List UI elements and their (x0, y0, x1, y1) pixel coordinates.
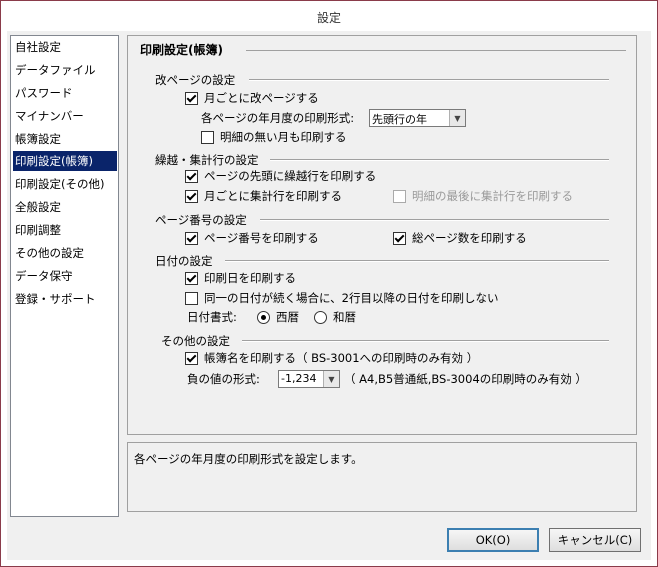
sidebar-item-data-file[interactable]: データファイル (13, 60, 117, 80)
date-group-label: 日付の設定 (155, 254, 213, 268)
date-divider (225, 260, 609, 262)
radio-icon (314, 310, 327, 324)
print-date-label: 印刷日を印刷する (204, 271, 296, 285)
print-empty-months-label: 明細の無い月も印刷する (220, 130, 347, 144)
sidebar-item-general[interactable]: 全般設定 (13, 197, 117, 217)
sidebar-item-ledger[interactable]: 帳簿設定 (13, 129, 117, 149)
sidebar-item-registration[interactable]: 登録・サポート (13, 289, 117, 309)
page-break-divider (249, 79, 609, 81)
sidebar-item-my-number[interactable]: マイナンバー (13, 106, 117, 126)
radio-selected-icon (257, 310, 270, 324)
check-icon (185, 271, 198, 285)
chevron-down-icon[interactable]: ▼ (449, 110, 465, 126)
year-month-format-value: 先頭行の年 (372, 113, 427, 126)
checkbox-icon (185, 291, 198, 305)
settings-category-list[interactable]: 自社設定 データファイル パスワード マイナンバー 帳簿設定 印刷設定(帳簿) … (10, 35, 119, 517)
sidebar-item-data-maintenance[interactable]: データ保守 (13, 266, 117, 286)
settings-window: 設定 自社設定 データファイル パスワード マイナンバー 帳簿設定 印刷設定(帳… (0, 0, 658, 567)
print-total-last-label: 明細の最後に集計行を印刷する (412, 189, 573, 203)
checkbox-icon (201, 130, 214, 144)
print-total-last-checkbox[interactable]: 明細の最後に集計行を印刷する (393, 188, 573, 204)
window-title: 設定 (316, 11, 341, 25)
print-total-pages-label: 総ページ数を印刷する (412, 231, 527, 245)
page-number-divider (260, 219, 609, 221)
carry-group-label: 繰越・集計行の設定 (155, 153, 259, 167)
skip-same-date-checkbox[interactable]: 同一の日付が続く場合に、2行目以降の日付を印刷しない (185, 290, 498, 306)
print-monthly-total-label: 月ごとに集計行を印刷する (204, 189, 342, 203)
chevron-down-icon[interactable]: ▼ (323, 371, 339, 387)
monthly-page-break-label: 月ごとに改ページする (204, 91, 319, 105)
carry-divider (270, 159, 609, 161)
check-icon (185, 351, 198, 365)
sidebar-item-print-adjust[interactable]: 印刷調整 (13, 220, 117, 240)
japanese-calendar-radio[interactable]: 和暦 (314, 309, 356, 325)
print-empty-months-checkbox[interactable]: 明細の無い月も印刷する (201, 129, 347, 145)
print-carry-top-checkbox[interactable]: ページの先頭に繰越行を印刷する (185, 168, 376, 184)
print-page-number-label: ページ番号を印刷する (204, 231, 319, 245)
cancel-button[interactable]: キャンセル(C) (549, 528, 641, 552)
page-number-group-label: ページ番号の設定 (155, 213, 247, 227)
print-carry-top-label: ページの先頭に繰越行を印刷する (204, 169, 377, 183)
help-text: 各ページの年月度の印刷形式を設定します。 (134, 452, 363, 466)
print-page-number-checkbox[interactable]: ページ番号を印刷する (185, 230, 319, 246)
other-divider (242, 340, 609, 342)
western-calendar-label: 西暦 (276, 310, 299, 324)
negative-format-select[interactable]: -1,234 ▼ (278, 370, 340, 388)
help-description-panel: 各ページの年月度の印刷形式を設定します。 (127, 442, 637, 512)
year-month-format-select[interactable]: 先頭行の年 ▼ (369, 109, 466, 127)
title-bar: 設定 (1, 1, 657, 31)
print-total-pages-checkbox[interactable]: 総ページ数を印刷する (393, 230, 527, 246)
monthly-page-break-checkbox[interactable]: 月ごとに改ページする (185, 90, 319, 106)
sidebar-item-password[interactable]: パスワード (13, 83, 117, 103)
print-settings-panel: 印刷設定(帳簿) 改ページの設定 月ごとに改ページする 各ページの年月度の印刷形… (127, 35, 637, 435)
year-month-format-label: 各ページの年月度の印刷形式: (201, 111, 355, 125)
sidebar-item-print-ledger[interactable]: 印刷設定(帳簿) (13, 151, 117, 171)
sidebar-item-print-other[interactable]: 印刷設定(その他) (13, 174, 117, 194)
negative-format-note: （ A4,B5普通紙,BS-3004の印刷時のみ有効 ） (344, 372, 587, 386)
checkbox-icon (393, 189, 406, 203)
western-calendar-radio[interactable]: 西暦 (257, 309, 299, 325)
check-icon (185, 189, 198, 203)
negative-format-label: 負の値の形式: (187, 372, 260, 386)
check-icon (393, 231, 406, 245)
print-book-name-label: 帳簿名を印刷する（ BS-3001への印刷時のみ有効 ） (204, 351, 479, 365)
print-date-checkbox[interactable]: 印刷日を印刷する (185, 270, 296, 286)
ok-button[interactable]: OK(O) (447, 528, 539, 552)
check-icon (185, 169, 198, 183)
title-divider (246, 50, 626, 51)
check-icon (185, 231, 198, 245)
sidebar-item-company[interactable]: 自社設定 (13, 37, 117, 57)
date-format-label: 日付書式: (187, 310, 237, 324)
page-break-group-label: 改ページの設定 (155, 73, 236, 87)
skip-same-date-label: 同一の日付が続く場合に、2行目以降の日付を印刷しない (204, 291, 499, 305)
check-icon (185, 91, 198, 105)
negative-format-value: -1,234 (281, 372, 317, 385)
other-group-label: その他の設定 (161, 334, 230, 348)
print-monthly-total-checkbox[interactable]: 月ごとに集計行を印刷する (185, 188, 342, 204)
dialog-client-area: 自社設定 データファイル パスワード マイナンバー 帳簿設定 印刷設定(帳簿) … (7, 31, 651, 560)
sidebar-item-other-settings[interactable]: その他の設定 (13, 243, 117, 263)
japanese-calendar-label: 和暦 (333, 310, 356, 324)
panel-title: 印刷設定(帳簿) (140, 41, 229, 58)
print-book-name-checkbox[interactable]: 帳簿名を印刷する（ BS-3001への印刷時のみ有効 ） (185, 350, 478, 366)
